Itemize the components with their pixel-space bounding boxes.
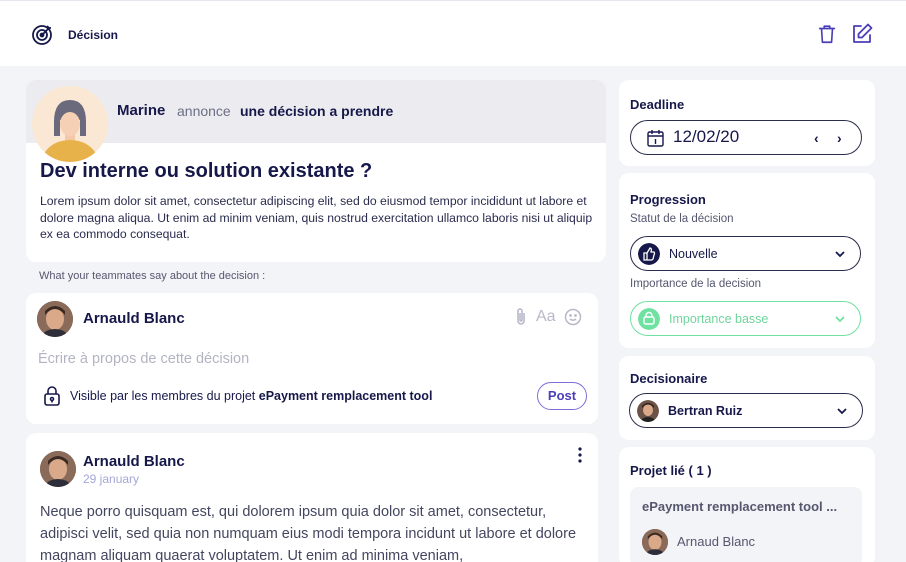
linked-project-title: Projet lié ( 1 ) (630, 463, 712, 478)
decisionnaire-card: Decisionaire Bertran Ruiz (619, 356, 875, 440)
edit-icon[interactable] (850, 22, 874, 46)
linked-project-name: ePayment remplacement tool ... (642, 499, 838, 514)
linked-project-card: Projet lié ( 1 ) ePayment remplacement t… (619, 447, 875, 562)
decisionnaire-select[interactable]: Bertran Ruiz (629, 393, 863, 428)
deadline-picker[interactable]: 12/02/20 ‹ › (630, 120, 862, 155)
decisionnaire-value: Bertran Ruiz (668, 404, 743, 418)
chevron-down-icon (835, 316, 845, 323)
decisionnaire-title: Decisionaire (630, 371, 708, 386)
avatar (40, 451, 76, 487)
chevron-right-icon[interactable]: › (837, 130, 842, 146)
importance-label: Importance de la decision (630, 278, 762, 290)
composer-tools: Aa (514, 307, 582, 327)
deadline-title: Deadline (630, 97, 685, 112)
page-title: Décision (68, 28, 119, 42)
chevron-down-icon (835, 251, 845, 258)
decision-description: Lorem ipsum dolor sit amet, consectetur … (40, 194, 593, 241)
lock-icon (44, 386, 60, 406)
deadline-date: 12/02/20 (673, 127, 740, 146)
avatar (37, 301, 73, 337)
comment-author[interactable]: Arnauld Blanc (83, 453, 185, 470)
paperclip-icon[interactable] (514, 307, 528, 327)
importance-value: Importance basse (669, 312, 769, 326)
status-value: Nouvelle (669, 247, 718, 261)
teammates-label: What your teammates say about the decisi… (39, 270, 266, 282)
comment-card: Arnauld Blanc 29 january Neque porro qui… (26, 433, 598, 562)
importance-icon (638, 308, 660, 330)
linked-project-member: Arnaud Blanc (677, 534, 756, 549)
avatar (637, 400, 659, 422)
target-icon (32, 25, 52, 45)
decision-title: Dev interne ou solution existante ? (40, 160, 373, 182)
announcement-what: une décision a prendre (240, 103, 394, 119)
top-bar: Décision (0, 0, 906, 66)
more-options-icon[interactable] (574, 446, 586, 464)
avatar (32, 86, 108, 162)
status-label: Statut de la décision (630, 213, 734, 225)
comment-text: Neque porro quisquam est, qui dolorem ip… (40, 504, 577, 562)
status-select[interactable]: Nouvelle (630, 236, 861, 271)
chevron-left-icon[interactable]: ‹ (814, 130, 819, 146)
emoji-icon[interactable] (564, 308, 582, 326)
comment-composer: Arnauld Blanc Aa Écrire à propos de cett… (26, 293, 598, 424)
progression-card: Progression Statut de la décision Nouvel… (619, 173, 875, 348)
announcement-author[interactable]: Marine (117, 102, 165, 119)
chevron-down-icon (837, 408, 847, 415)
comment-date: 29 january (83, 472, 140, 486)
calendar-icon (647, 130, 664, 147)
linked-project-item[interactable]: ePayment remplacement tool ... Arnaud Bl… (630, 487, 862, 562)
importance-select[interactable]: Importance basse (630, 301, 861, 336)
announcement-card: Marine annonce une décision a prendre De… (26, 80, 606, 262)
avatar (642, 529, 668, 555)
visibility-text: Visible par les membres du projet ePayme… (70, 389, 433, 403)
composer-author: Arnauld Blanc (83, 310, 185, 327)
progression-title: Progression (630, 192, 706, 207)
text-format-button[interactable]: Aa (536, 308, 556, 326)
trash-icon[interactable] (816, 23, 838, 45)
thumbs-up-icon (638, 243, 660, 265)
announcement-verb: annonce (177, 103, 231, 119)
deadline-card: Deadline 12/02/20 ‹ › (619, 80, 875, 166)
post-button[interactable]: Post (537, 382, 587, 410)
comment-input[interactable]: Écrire à propos de cette décision (38, 351, 249, 367)
